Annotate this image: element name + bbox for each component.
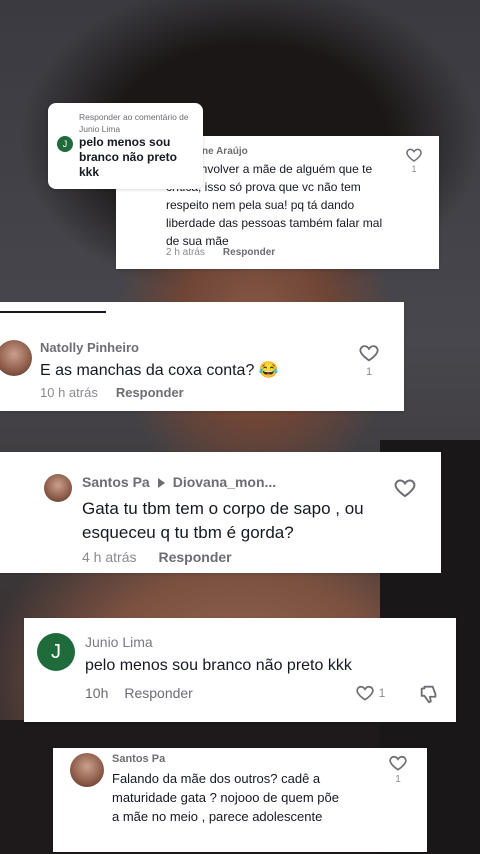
reply-button[interactable]: Responder [158, 549, 231, 565]
separator-line [0, 311, 106, 313]
reply-button[interactable]: Responder [124, 685, 193, 701]
comment-username[interactable]: Junio Lima [85, 634, 153, 650]
comment-meta: 4 h atrás Responder [82, 549, 232, 565]
avatar [44, 474, 72, 502]
reply-arrow-icon [157, 478, 165, 489]
reply-to-username[interactable]: Diovana_mon... [173, 474, 276, 490]
comment-text: Gata tu tbm tem o corpo de sapo , ou esq… [82, 499, 364, 542]
heart-icon[interactable] [393, 476, 417, 500]
comment-card-2: Natolly Pinheiro E as manchas da coxa co… [0, 302, 404, 411]
comment-card-3: Santos Pa Diovana_mon... Gata tu tbm tem … [0, 452, 441, 573]
like-count: 1 [378, 686, 386, 700]
comment-text: pelo menos sou branco não preto kkk [85, 657, 352, 674]
heart-icon[interactable] [355, 683, 375, 703]
comment-meta: 2 h atrás Responder [166, 247, 275, 258]
comment-time: 2 h atrás [166, 247, 205, 258]
like-count: 1 [395, 774, 401, 785]
comment-username[interactable]: Natolly Pinheiro [40, 340, 139, 355]
comment-meta: 10 h atrás Responder [40, 385, 184, 400]
comment-time: 10h [85, 685, 109, 701]
reply-button[interactable]: Responder [223, 247, 275, 258]
comment-username: Santos Pa Diovana_mon... [82, 474, 276, 490]
comment-username-text[interactable]: Santos Pa [82, 474, 150, 490]
comment-card-5: Santos Pa Falando da mãe dos outros? cad… [53, 748, 427, 852]
like-count: 1 [365, 366, 373, 378]
comment-username[interactable]: ne Araújo [202, 146, 248, 157]
comment-time: 4 h atrás [82, 549, 137, 565]
reply-sticker-text: pelo menos sou branco não preto kkk [79, 135, 178, 179]
reply-sticker-header: Responder ao comentário de [79, 112, 189, 122]
avatar: J [57, 136, 73, 152]
avatar: J [37, 633, 75, 671]
comment-time: 10 h atrás [40, 385, 98, 400]
heart-icon[interactable] [405, 146, 423, 164]
reply-sticker: Responder ao comentário de Junio Lima J … [48, 103, 203, 189]
comment-text: Falando da mãe dos outros? cadê a maturi… [112, 771, 339, 824]
comment-text: E as manchas da coxa conta? 😂 [40, 362, 279, 379]
comment-username[interactable]: Santos Pa [112, 753, 165, 765]
like-count: 1 [411, 164, 417, 174]
avatar-letter: J [62, 139, 68, 149]
comment-meta: 10h Responder [85, 685, 193, 701]
comment-card-4: J Junio Lima pelo menos sou branco não p… [24, 618, 456, 722]
heart-icon[interactable] [388, 753, 408, 773]
reply-button[interactable]: Responder [116, 385, 184, 400]
dislike-icon[interactable] [418, 683, 440, 705]
avatar [70, 753, 104, 787]
avatar-letter: J [51, 640, 61, 663]
avatar [0, 340, 32, 376]
heart-icon[interactable] [358, 342, 380, 364]
reply-sticker-author: Junio Lima [79, 124, 121, 134]
